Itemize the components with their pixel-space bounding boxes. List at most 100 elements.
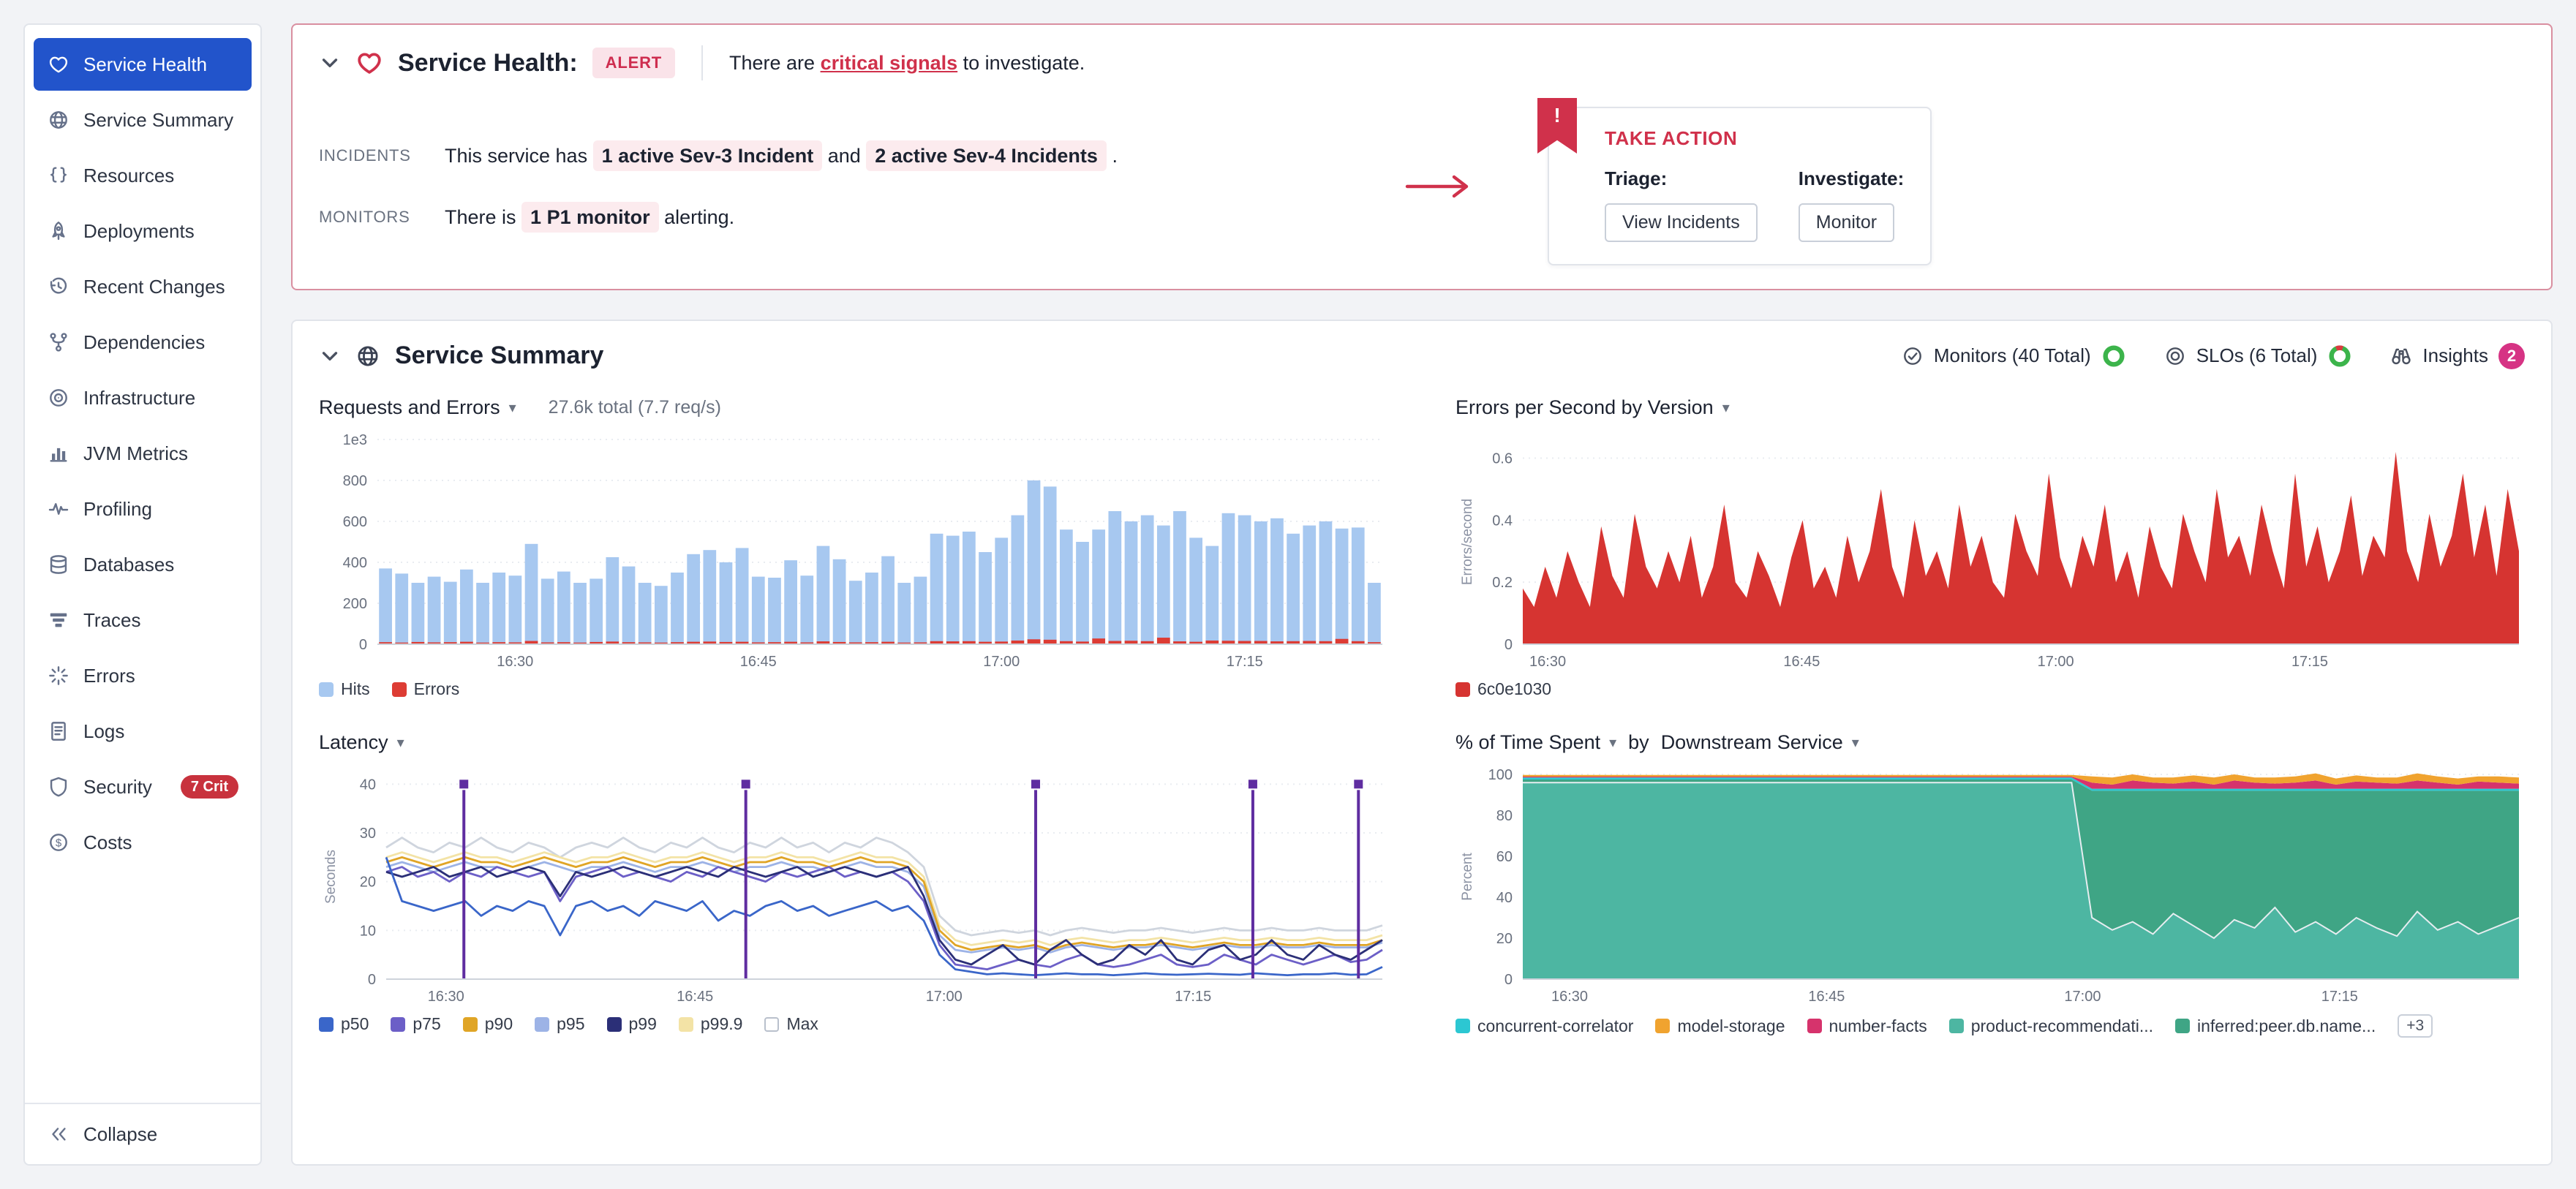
- legend-item-hits[interactable]: Hits: [319, 679, 370, 699]
- errors-by-version-chart[interactable]: 00.20.40.616:3016:4517:0017:15Errors/sec…: [1455, 425, 2525, 671]
- view-incidents-button[interactable]: View Incidents: [1605, 203, 1758, 242]
- sidebar-item-label: Resources: [83, 165, 174, 187]
- legend-item-p90[interactable]: p90: [463, 1014, 513, 1034]
- svg-text:0.6: 0.6: [1492, 450, 1513, 467]
- legend-swatch: [391, 1017, 405, 1032]
- legend-item-6c0e1030[interactable]: 6c0e1030: [1455, 679, 1551, 699]
- latency-chart[interactable]: 01020304016:3016:4517:0017:15Seconds: [319, 760, 1388, 1005]
- legend-item-p75[interactable]: p75: [391, 1014, 440, 1034]
- pulse-icon: [47, 497, 70, 521]
- alert-message: There are critical signals to investigat…: [729, 52, 1085, 75]
- requests-errors-chart[interactable]: 02004006008001e316:3016:4517:0017:15: [319, 425, 1388, 671]
- legend-swatch: [764, 1017, 779, 1032]
- sidebar-item-label: Infrastructure: [83, 387, 195, 409]
- legend-item-number-facts[interactable]: number-facts: [1807, 1016, 1927, 1036]
- binoculars-icon: [2390, 345, 2412, 367]
- latency-dropdown[interactable]: Latency ▾: [319, 731, 404, 754]
- svg-text:10: 10: [360, 923, 376, 939]
- critical-signals-link[interactable]: critical signals: [821, 52, 958, 74]
- summary-meta: Monitors (40 Total) SLOs (6 Total) Insig…: [1902, 343, 2525, 369]
- legend-item-p99-9[interactable]: p99.9: [679, 1014, 743, 1034]
- svg-text:60: 60: [1496, 849, 1513, 865]
- monitors-row: MONITORS There is 1 P1 monitor alerting.: [319, 200, 1404, 235]
- svg-text:0: 0: [1504, 637, 1513, 653]
- errors-version-dropdown[interactable]: Errors per Second by Version ▾: [1455, 396, 1730, 419]
- legend-swatch: [679, 1017, 693, 1032]
- legend-item-max[interactable]: Max: [764, 1014, 818, 1034]
- svg-text:1e3: 1e3: [343, 432, 367, 448]
- requests-errors-chart-panel: Requests and Errors ▾ 27.6k total (7.7 r…: [319, 396, 1388, 699]
- legend-item-p50[interactable]: p50: [319, 1014, 369, 1034]
- sidebar-item-traces[interactable]: Traces: [34, 594, 252, 646]
- svg-text:0.2: 0.2: [1492, 575, 1513, 591]
- charts-grid: Requests and Errors ▾ 27.6k total (7.7 r…: [319, 396, 2525, 1038]
- downstream-service-dropdown[interactable]: Downstream Service ▾: [1661, 731, 1859, 754]
- sidebar-item-databases[interactable]: Databases: [34, 538, 252, 591]
- rocket-icon: [47, 219, 70, 243]
- database-icon: [47, 553, 70, 576]
- sidebar-item-recent-changes[interactable]: Recent Changes: [34, 260, 252, 313]
- svg-text:Seconds: Seconds: [323, 850, 339, 904]
- sidebar-item-service-health[interactable]: Service Health: [34, 38, 252, 91]
- legend-item-p95[interactable]: p95: [535, 1014, 584, 1034]
- svg-text:20: 20: [360, 875, 376, 891]
- svg-text:17:15: 17:15: [2321, 989, 2358, 1005]
- chevron-down-icon: ▾: [1609, 733, 1616, 752]
- summary-title: Service Summary: [395, 341, 603, 370]
- sidebar-nav: Service HealthService Summary Resources De…: [25, 25, 260, 882]
- svg-text:800: 800: [343, 473, 367, 489]
- chart-title: % of Time Spent: [1455, 731, 1600, 754]
- sidebar: Service HealthService Summary Resources De…: [23, 23, 262, 1166]
- sev4-incident-highlight[interactable]: 2 active Sev-4 Incidents: [866, 140, 1107, 171]
- slos-total-label: SLOs (6 Total): [2196, 344, 2318, 367]
- legend-item-model-storage[interactable]: model-storage: [1655, 1016, 1785, 1036]
- legend-item-inferred-peer-db-name-[interactable]: inferred:peer.db.name...: [2175, 1016, 2376, 1036]
- legend-item-product-recommendati-[interactable]: product-recommendati...: [1949, 1016, 2153, 1036]
- sidebar-item-label: Deployments: [83, 220, 195, 243]
- p1-monitor-highlight[interactable]: 1 P1 monitor: [521, 202, 659, 233]
- svg-text:$: $: [56, 837, 62, 849]
- legend-item-errors[interactable]: Errors: [392, 679, 460, 699]
- chart-title: Requests and Errors: [319, 396, 500, 419]
- monitors-summary[interactable]: Monitors (40 Total): [1902, 344, 2126, 369]
- sidebar-item-deployments[interactable]: Deployments: [34, 205, 252, 257]
- svg-text:30: 30: [360, 826, 376, 842]
- bars-icon: [47, 442, 70, 465]
- legend-item-concurrent-correlator[interactable]: concurrent-correlator: [1455, 1016, 1633, 1036]
- arrow-right-icon: [1404, 173, 1472, 200]
- slos-status-donut: [2327, 344, 2352, 369]
- chart-title: Latency: [319, 731, 388, 754]
- svg-text:16:45: 16:45: [740, 654, 777, 670]
- requests-errors-legend: Hits Errors: [319, 679, 1388, 699]
- requests-metric-dropdown[interactable]: Requests and Errors ▾: [319, 396, 516, 419]
- sev3-incident-highlight[interactable]: 1 active Sev-3 Incident: [593, 140, 823, 171]
- collapse-sidebar-button[interactable]: Collapse: [25, 1103, 260, 1164]
- sidebar-item-costs[interactable]: $Costs: [34, 816, 252, 869]
- sidebar-item-security[interactable]: Security7 Crit: [34, 760, 252, 813]
- legend-more-badge[interactable]: +3: [2398, 1014, 2433, 1038]
- legend-swatch: [535, 1017, 549, 1032]
- time-spent-chart[interactable]: 02040608010016:3016:4517:0017:15Percent: [1455, 760, 2525, 1005]
- sidebar-item-dependencies[interactable]: Dependencies: [34, 316, 252, 369]
- sidebar-item-errors[interactable]: Errors: [34, 649, 252, 702]
- monitors-text: There is 1 P1 monitor alerting.: [445, 200, 734, 235]
- time-spent-dropdown[interactable]: % of Time Spent ▾: [1455, 731, 1616, 754]
- sidebar-item-jvm-metrics[interactable]: JVM Metrics: [34, 427, 252, 480]
- chevron-down-icon[interactable]: [319, 52, 341, 74]
- insights-summary[interactable]: Insights 2: [2390, 343, 2525, 369]
- legend-swatch: [319, 1017, 334, 1032]
- globe-icon: [47, 108, 70, 132]
- monitor-button[interactable]: Monitor: [1799, 203, 1894, 242]
- chevron-down-icon: ▾: [1852, 733, 1859, 752]
- sidebar-item-profiling[interactable]: Profiling: [34, 483, 252, 535]
- sidebar-item-logs[interactable]: Logs: [34, 705, 252, 758]
- dollar-icon: $: [47, 831, 70, 854]
- sidebar-item-infrastructure[interactable]: Infrastructure: [34, 371, 252, 424]
- slos-summary[interactable]: SLOs (6 Total): [2164, 344, 2353, 369]
- legend-item-p99[interactable]: p99: [607, 1014, 657, 1034]
- svg-text:80: 80: [1496, 808, 1513, 824]
- investigate-label: Investigate:: [1799, 167, 1905, 190]
- sidebar-item-service-summary[interactable]: Service Summary: [34, 94, 252, 146]
- chevron-down-icon[interactable]: [319, 345, 341, 367]
- sidebar-item-resources[interactable]: Resources: [34, 149, 252, 202]
